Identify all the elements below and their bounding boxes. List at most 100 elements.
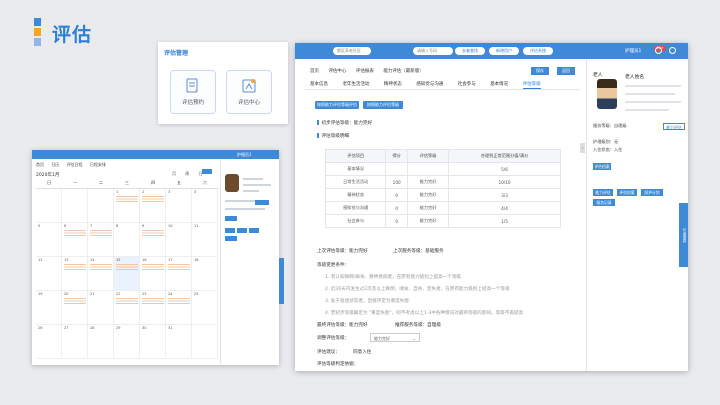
eval-by-level-button[interactable]: 按照能力评估等级评估 xyxy=(315,101,359,109)
evaluation-appointment-button[interactable]: 评估预约 xyxy=(170,70,216,114)
calendar-tab[interactable]: 日程安排 xyxy=(90,162,106,167)
calendar-event[interactable] xyxy=(116,298,138,305)
calendar-day-cell[interactable]: 10 xyxy=(166,223,192,257)
calendar-day-cell[interactable] xyxy=(88,189,114,223)
side-action-button[interactable] xyxy=(237,228,247,233)
calendar-day-cell[interactable]: 13 xyxy=(62,257,88,291)
calendar-day-cell[interactable]: 6 xyxy=(62,223,88,257)
calendar-day-cell[interactable]: 15 xyxy=(114,257,140,291)
calendar-day-cell[interactable]: 19 xyxy=(36,291,62,325)
ability-eval-button[interactable]: 能力评估 xyxy=(593,189,613,196)
crumb-eval-center[interactable]: 评估中心 xyxy=(328,69,346,74)
calendar-action-button[interactable] xyxy=(202,169,212,174)
tab-basic-situation[interactable]: 基本情况 xyxy=(490,82,508,87)
calendar-event[interactable] xyxy=(116,264,138,271)
view-week[interactable]: 周 xyxy=(185,171,189,176)
calendar-day-cell[interactable]: 30 xyxy=(140,325,166,359)
calendar-day-cell[interactable]: 11 xyxy=(192,223,218,257)
elder-search-button[interactable]: 长者查找 xyxy=(455,47,485,55)
tab-daily-living[interactable]: 老年生活活动 xyxy=(342,82,369,87)
evaluation-center-button[interactable]: 评估中心 xyxy=(226,70,272,114)
calendar-day-cell[interactable] xyxy=(62,189,88,223)
side-action-button[interactable] xyxy=(225,228,235,233)
elder-info-vertical-tab[interactable]: 长者信息 xyxy=(679,203,688,267)
calendar-day-cell[interactable]: 18 xyxy=(192,257,218,291)
calendar-day-cell[interactable]: 22 xyxy=(114,291,140,325)
tab-social[interactable]: 社会参与 xyxy=(458,82,476,87)
calendar-day-cell[interactable]: 5 xyxy=(36,223,62,257)
calendar-day-cell[interactable]: 29 xyxy=(114,325,140,359)
calendar-day-cell[interactable] xyxy=(36,189,62,223)
side-action-button[interactable] xyxy=(225,236,237,241)
calendar-event[interactable] xyxy=(142,230,164,237)
change-service-button[interactable]: 能力评估 xyxy=(663,123,685,130)
calendar-day-cell[interactable]: 24 xyxy=(166,291,192,325)
calendar-day-cell[interactable]: 20 xyxy=(62,291,88,325)
add-user-button[interactable]: 新增用户 xyxy=(489,47,519,55)
calendar-event[interactable] xyxy=(142,196,164,203)
calendar-event[interactable] xyxy=(90,264,112,271)
calendar-event[interactable] xyxy=(90,230,112,237)
adjust-level-select[interactable]: 能力完好 ⌄ xyxy=(370,333,420,342)
side-action-button[interactable] xyxy=(225,216,237,221)
calendar-event[interactable] xyxy=(116,196,138,203)
search-input[interactable]: 请输入号码 xyxy=(413,47,453,55)
crumb-report[interactable]: 评估报表 xyxy=(356,69,374,74)
calendar-event[interactable] xyxy=(142,298,164,305)
calendar-day-cell[interactable]: 25 xyxy=(192,291,218,325)
calendar-top-bar: 护理员1 xyxy=(32,150,279,159)
calendar-event[interactable] xyxy=(168,298,190,305)
calendar-day-cell[interactable]: 9 xyxy=(140,223,166,257)
side-action-button[interactable] xyxy=(255,200,269,205)
calendar-day-cell[interactable]: 28 xyxy=(88,325,114,359)
calendar-tab[interactable]: 首页 xyxy=(36,162,44,167)
calendar-day-cell[interactable]: 7 xyxy=(88,223,114,257)
calendar-event[interactable] xyxy=(64,230,86,237)
calendar-event[interactable] xyxy=(64,264,86,271)
save-button[interactable]: 保存 xyxy=(531,67,549,75)
calendar-day-cell[interactable]: 16 xyxy=(140,257,166,291)
calendar-day-cell[interactable]: 3 xyxy=(166,189,192,223)
tab-basic-info[interactable]: 基本信息 xyxy=(310,82,328,87)
calendar-day-cell[interactable]: 4 xyxy=(192,189,218,223)
calendar-event[interactable] xyxy=(168,264,190,271)
calendar-day-cell[interactable]: 2 xyxy=(140,189,166,223)
calendar-day-cell[interactable]: 21 xyxy=(88,291,114,325)
panel-small-button[interactable]: 评估档案 xyxy=(593,163,611,170)
care-plan-button[interactable]: 照护计划 xyxy=(641,189,663,196)
calendar-tab[interactable]: 日历 xyxy=(51,162,59,167)
calendar-user[interactable]: 护理员1 xyxy=(237,152,252,158)
calendar-day-cell[interactable]: 12 xyxy=(36,257,62,291)
table-cell: 5/6 xyxy=(448,162,561,176)
calendar-day-cell[interactable]: 1 xyxy=(114,189,140,223)
eval-level-button[interactable]: 按照能力评估等级 xyxy=(363,101,403,109)
view-month[interactable]: 月 xyxy=(172,171,176,176)
side-action-button[interactable] xyxy=(249,228,259,233)
table-cell: 能力完好 xyxy=(407,188,450,202)
calendar-day-cell[interactable]: 8 xyxy=(114,223,140,257)
user-name[interactable]: 护理员1 xyxy=(625,48,641,54)
calendar-day-cell[interactable]: 26 xyxy=(36,325,62,359)
tab-eval-level[interactable]: 评估等级 xyxy=(522,82,541,89)
tab-mental-state[interactable]: 精神状态 xyxy=(384,82,402,87)
calendar-event[interactable] xyxy=(142,264,164,271)
eval-profile-button[interactable]: 评估档案 xyxy=(617,189,637,196)
service-record-button[interactable]: 服务记录 xyxy=(593,199,615,206)
calendar-day-cell[interactable]: 31 xyxy=(166,325,192,359)
calendar-day-cell[interactable]: 23 xyxy=(140,291,166,325)
bell-icon[interactable] xyxy=(655,47,662,54)
tab-perception[interactable]: 感知觉与沟通 xyxy=(416,82,443,87)
calendar-event[interactable] xyxy=(64,298,86,305)
collapse-handle[interactable]: › xyxy=(580,143,585,153)
calendar-tab[interactable]: 评估日程 xyxy=(67,162,83,167)
calendar-side-tab[interactable] xyxy=(279,258,284,304)
calendar-day-cell[interactable] xyxy=(192,325,218,359)
org-select[interactable]: 都区养老社区 xyxy=(333,47,371,55)
back-button[interactable]: 返回 xyxy=(557,67,575,75)
calendar-day-cell[interactable]: 17 xyxy=(166,257,192,291)
calendar-day-cell[interactable]: 27 xyxy=(62,325,88,359)
crumb-home[interactable]: 首页 xyxy=(310,69,319,74)
calendar-day-cell[interactable]: 14 xyxy=(88,257,114,291)
clock-icon[interactable] xyxy=(669,47,676,54)
eval-system-button[interactable]: 评估系统 xyxy=(523,47,553,55)
